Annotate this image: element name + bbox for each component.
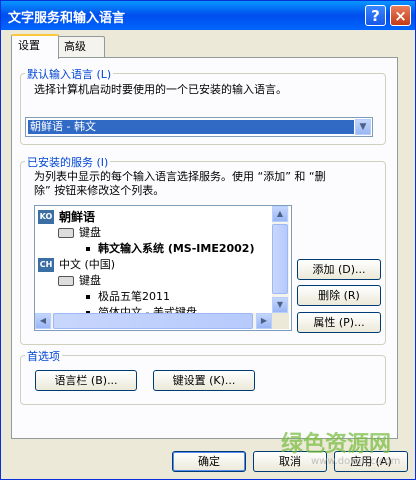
scroll-corner [272,313,289,329]
scroll-down-icon[interactable]: ▼ [272,297,288,313]
tree-label-wubi: 极品五笔2011 [98,290,170,303]
default-language-legend: 默认输入语言 (L) [25,66,114,82]
tab-advanced[interactable]: 高级 [57,36,105,57]
watermark-url: www.downcc.com [311,456,401,467]
vertical-scroll-thumb[interactable] [272,224,288,294]
remove-button[interactable]: 删除 (R) [297,285,381,306]
window-title: 文字服务和输入语言 [8,11,126,26]
title-bar[interactable]: 文字服务和输入语言 ? × [1,1,415,30]
bullet-icon [86,295,90,299]
keyboard-icon [58,276,74,286]
scroll-right-icon[interactable]: ▶ [256,313,272,329]
language-bar-button[interactable]: 语言栏 (B)... [35,370,137,391]
key-settings-button[interactable]: 键设置 (K)... [153,370,255,391]
ok-button[interactable]: 确定 [172,451,246,472]
dialog-window: 文字服务和输入语言 ? × 设置 高级 默认输入语言 (L) 选择计算机启动时要… [0,0,416,480]
services-description-line2: 除” 按钮来修改这个列表。 [34,184,165,197]
tree-label-keyboard: 键盘 [79,274,101,287]
preferences-legend: 首选项 [25,348,62,364]
tree-label-keyboard: 键盘 [79,226,101,239]
add-button[interactable]: 添加 (D)... [297,259,381,280]
watermark-logo: 绿色资源网 [281,432,392,457]
close-icon[interactable]: × [390,5,411,26]
installed-services-legend: 已安装的服务 (I) [25,154,111,170]
horizontal-scroll-thumb[interactable] [53,313,253,329]
horizontal-scrollbar[interactable]: ◀ ▶ [35,313,272,329]
keyboard-icon [58,228,74,238]
tree-label-korean: 朝鲜语 [59,210,96,224]
lang-code-icon: CH [38,258,54,272]
tree-label-chinese: 中文 (中国) [59,258,116,271]
help-icon[interactable]: ? [365,5,386,26]
chevron-down-icon[interactable]: ▼ [355,119,371,135]
services-description-line1: 为列表中显示的每个输入语言选择服务。使用 “添加” 和 “删 [34,170,326,183]
default-language-select[interactable]: 朝鲜语 - 韩文 ▼ [25,117,373,137]
default-language-description: 选择计算机启动时要使用的一个已安装的输入语言。 [34,83,287,96]
default-language-selected: 朝鲜语 - 韩文 [28,120,354,134]
properties-button[interactable]: 属性 (P)... [297,312,381,333]
scroll-up-icon[interactable]: ▲ [272,206,288,222]
bullet-icon [86,247,90,251]
scroll-left-icon[interactable]: ◀ [35,313,51,329]
tab-settings[interactable]: 设置 [11,34,59,59]
lang-code-icon: KO [38,210,54,224]
tree-label-korean-ime: 韩文输入系统 (MS-IME2002) [98,242,255,255]
vertical-scrollbar[interactable]: ▲ ▼ [272,206,289,313]
